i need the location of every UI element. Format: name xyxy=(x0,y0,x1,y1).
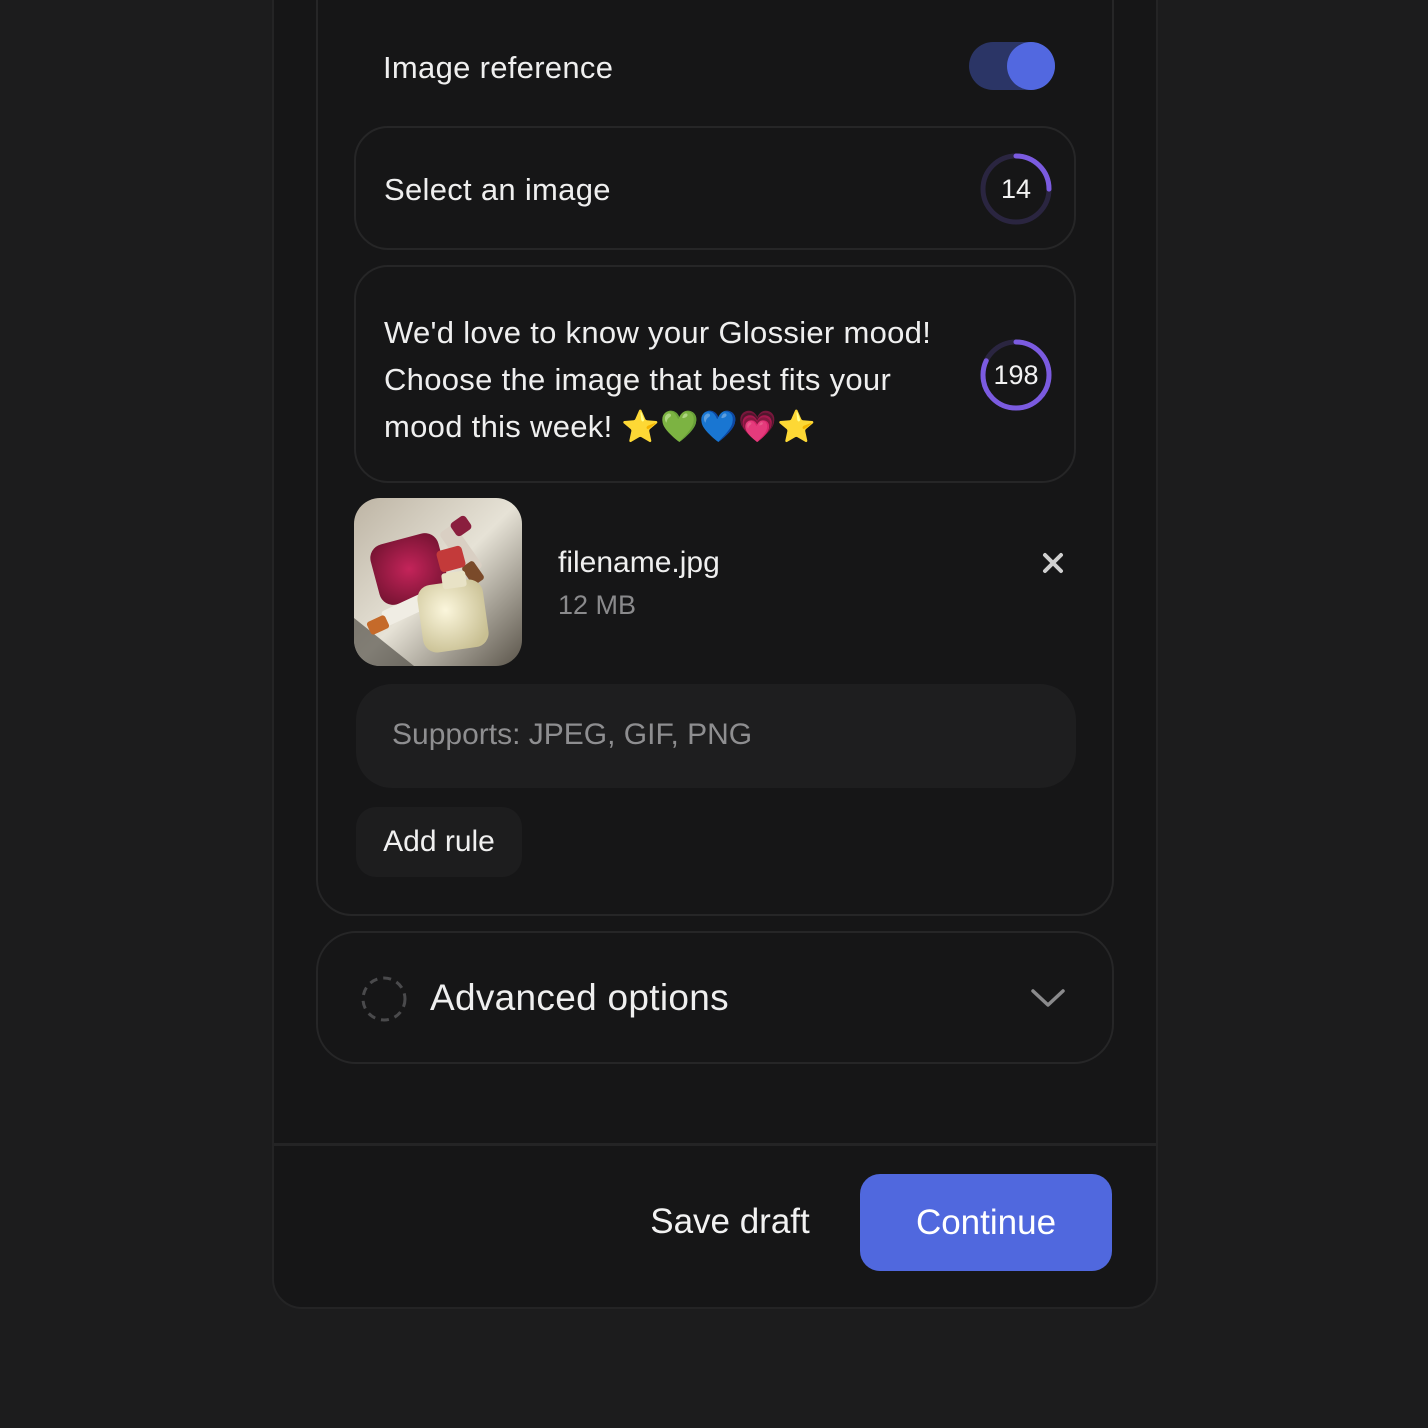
continue-button[interactable]: Continue xyxy=(860,1174,1112,1271)
image-reference-row: Image reference xyxy=(383,40,1055,96)
advanced-options-label: Advanced options xyxy=(430,977,729,1018)
image-reference-label: Image reference xyxy=(383,50,614,85)
attachment-size: 12 MB xyxy=(558,590,637,620)
supported-formats-note: Supports: JPEG, GIF, PNG xyxy=(356,684,1076,788)
chevron-down-icon xyxy=(1031,989,1065,1007)
attachment-row: filename.jpg 12 MB xyxy=(354,498,1076,666)
supported-formats-text: Supports: JPEG, GIF, PNG xyxy=(392,718,753,751)
select-image-text: Select an image xyxy=(384,172,611,207)
counter-value: 198 xyxy=(993,359,1039,390)
attachment-filename: filename.jpg xyxy=(558,546,720,579)
image-reference-toggle[interactable] xyxy=(969,42,1055,90)
advanced-options-accordion[interactable]: Advanced options xyxy=(316,931,1114,1064)
character-counter: 198 xyxy=(978,337,1054,413)
counter-value: 14 xyxy=(1000,173,1032,204)
footer-divider xyxy=(274,1143,1156,1146)
dashed-circle-icon xyxy=(361,976,407,1022)
toggle-knob xyxy=(1007,42,1055,90)
attachment-thumbnail xyxy=(354,498,522,666)
remove-attachment-icon[interactable] xyxy=(1040,550,1066,576)
select-image-field[interactable]: Select an image 14 xyxy=(354,126,1076,250)
save-draft-button[interactable]: Save draft xyxy=(622,1174,838,1270)
character-counter: 14 xyxy=(978,151,1054,227)
add-rule-button[interactable]: Add rule xyxy=(356,807,522,877)
message-field[interactable]: We'd love to know your Glossier mood! Ch… xyxy=(354,265,1076,483)
message-text: We'd love to know your Glossier mood! Ch… xyxy=(384,315,932,444)
